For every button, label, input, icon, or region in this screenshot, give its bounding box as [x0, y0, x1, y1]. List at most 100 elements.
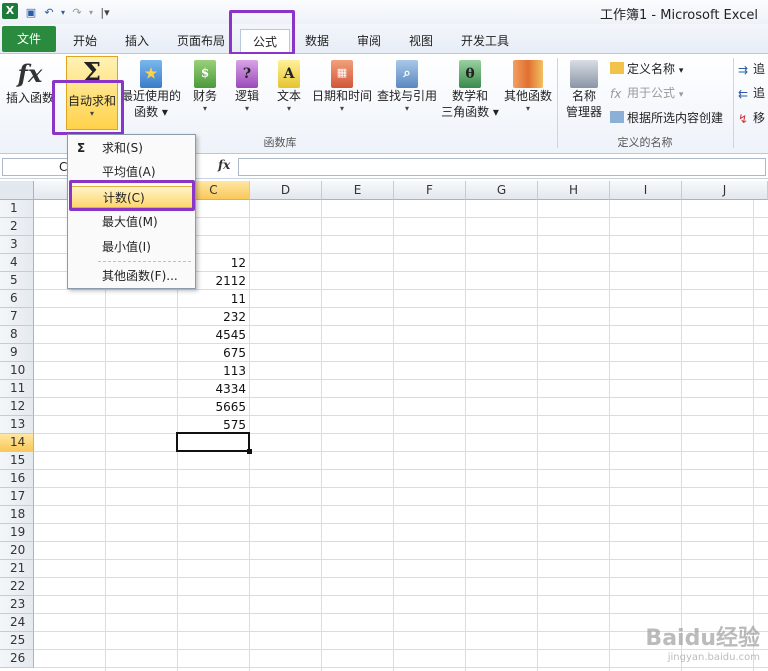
row-header[interactable]: 6 [0, 290, 34, 308]
date-time-button[interactable]: ▦ 日期和时间 ▾ [310, 58, 374, 114]
row-header[interactable]: 5 [0, 272, 34, 290]
menu-item-count[interactable]: 计数(C) [69, 186, 194, 208]
tab-developer[interactable]: 开发工具 [452, 29, 518, 53]
tab-insert[interactable]: 插入 [114, 29, 160, 53]
row-header[interactable]: 19 [0, 524, 34, 542]
row-header[interactable]: 2 [0, 218, 34, 236]
cell-c9[interactable]: 675 [178, 344, 248, 362]
formula-input[interactable] [238, 158, 766, 176]
autosum-button[interactable]: Σ 自动求和 ▾ [66, 56, 118, 130]
title-bar: X ▣ ↶ ▾ ↷ ▾ |▾ 工作簿1 - Microsoft Excel [0, 0, 768, 24]
trace-precedents-button[interactable]: ⇉ 追 [738, 60, 765, 77]
row-header[interactable]: 4 [0, 254, 34, 272]
row-header[interactable]: 25 [0, 632, 34, 650]
row-header[interactable]: 12 [0, 398, 34, 416]
cell-c8[interactable]: 4545 [178, 326, 248, 344]
row-header[interactable]: 24 [0, 614, 34, 632]
autosum-dropdown-menu: Σ 求和(S) 平均值(A) 计数(C) 最大值(M) 最小值(I) 其他函数(… [67, 134, 196, 289]
fx-icon[interactable]: fx [218, 158, 230, 172]
cell-c6[interactable]: 11 [178, 290, 248, 308]
column-header-g[interactable]: G [466, 181, 538, 200]
lookup-reference-button[interactable]: ⌕ 查找与引用 ▾ [376, 58, 438, 114]
menu-item-sum[interactable]: Σ 求和(S) [69, 137, 194, 159]
row-header[interactable]: 26 [0, 650, 34, 668]
row-header[interactable]: 18 [0, 506, 34, 524]
logical-button[interactable]: ? 逻辑 ▾ [230, 58, 264, 114]
ribbon-divider [557, 58, 558, 148]
customize-qat-icon[interactable]: |▾ [98, 6, 112, 19]
column-header-j[interactable]: J [682, 181, 768, 200]
excel-logo-icon: X [2, 3, 18, 19]
row-header[interactable]: 10 [0, 362, 34, 380]
row-header[interactable]: 22 [0, 578, 34, 596]
row-header[interactable]: 17 [0, 488, 34, 506]
math-trig-button[interactable]: θ 数学和 三角函数 ▾ [440, 58, 500, 120]
column-header-h[interactable]: H [538, 181, 610, 200]
row-header[interactable]: 23 [0, 596, 34, 614]
cell-c10[interactable]: 113 [178, 362, 248, 380]
tab-home[interactable]: 开始 [62, 29, 108, 53]
undo-icon[interactable]: ↶ [42, 6, 56, 19]
tab-review[interactable]: 审阅 [346, 29, 392, 53]
create-from-selection-button[interactable]: 根据所选内容创建 [610, 109, 723, 126]
row-header[interactable]: 7 [0, 308, 34, 326]
menu-item-average[interactable]: 平均值(A) [69, 161, 194, 183]
define-name-button[interactable]: 定义名称 ▾ [610, 60, 683, 77]
financial-button[interactable]: $ 财务 ▾ [188, 58, 222, 114]
create-from-selection-icon [610, 111, 624, 123]
column-header-f[interactable]: F [394, 181, 466, 200]
trace-dependents-icon: ⇇ [738, 87, 749, 101]
row-header[interactable]: 3 [0, 236, 34, 254]
row-header[interactable]: 16 [0, 470, 34, 488]
tab-data[interactable]: 数据 [296, 29, 338, 53]
calendar-book-icon: ▦ [331, 60, 353, 88]
cell-c7[interactable]: 232 [178, 308, 248, 326]
lookup-book-icon: ⌕ [396, 60, 418, 88]
column-header-i[interactable]: I [610, 181, 682, 200]
redo-dropdown-icon[interactable]: ▾ [88, 8, 94, 17]
ribbon-divider-2 [733, 58, 734, 148]
text-button[interactable]: A 文本 ▾ [272, 58, 306, 114]
row-header[interactable]: 21 [0, 560, 34, 578]
tab-file[interactable]: 文件 [2, 26, 56, 52]
trace-precedents-icon: ⇉ [738, 63, 749, 77]
text-book-icon: A [278, 60, 300, 88]
recently-used-button[interactable]: ★ 最近使用的 函数 ▾ [120, 58, 182, 120]
tab-page-layout[interactable]: 页面布局 [168, 29, 234, 53]
cell-c11[interactable]: 4334 [178, 380, 248, 398]
define-name-icon [610, 62, 624, 74]
save-icon[interactable]: ▣ [24, 6, 38, 19]
sigma-icon: Σ [82, 58, 102, 88]
group-label-defined-names: 定义的名称 [617, 136, 673, 149]
row-header[interactable]: 9 [0, 344, 34, 362]
undo-dropdown-icon[interactable]: ▾ [60, 8, 66, 17]
recent-book-icon: ★ [140, 60, 162, 88]
column-header-e[interactable]: E [322, 181, 394, 200]
select-all-corner[interactable] [0, 181, 34, 200]
active-cell[interactable] [176, 432, 252, 454]
menu-item-more-functions[interactable]: 其他函数(F)... [69, 265, 194, 287]
row-header[interactable]: 8 [0, 326, 34, 344]
more-functions-button[interactable]: 其他函数 ▾ [502, 58, 554, 114]
insert-function-button[interactable]: fx 插入函数 [2, 58, 58, 106]
name-manager-button[interactable]: 名称 管理器 [562, 58, 606, 120]
tab-formulas[interactable]: 公式 [240, 29, 290, 54]
trace-dependents-button[interactable]: ⇇ 追 [738, 84, 765, 101]
row-header[interactable]: 20 [0, 542, 34, 560]
menu-item-max[interactable]: 最大值(M) [69, 211, 194, 233]
logical-book-icon: ? [236, 60, 258, 88]
row-header[interactable]: 13 [0, 416, 34, 434]
column-header-d[interactable]: D [250, 181, 322, 200]
math-book-icon: θ [459, 60, 481, 88]
menu-item-min[interactable]: 最小值(I) [69, 236, 194, 258]
row-header[interactable]: 14 [0, 434, 34, 452]
remove-arrows-button[interactable]: ↯ 移 [738, 109, 765, 126]
use-in-formula-button[interactable]: fx 用于公式 ▾ [610, 84, 683, 101]
tab-view[interactable]: 视图 [398, 29, 444, 53]
baidu-jingyan-watermark: Baidu经验 jingyan.baidu.com [645, 626, 760, 663]
cell-c12[interactable]: 5665 [178, 398, 248, 416]
redo-icon[interactable]: ↷ [70, 6, 84, 19]
row-header[interactable]: 1 [0, 200, 34, 218]
row-header[interactable]: 15 [0, 452, 34, 470]
row-header[interactable]: 11 [0, 380, 34, 398]
